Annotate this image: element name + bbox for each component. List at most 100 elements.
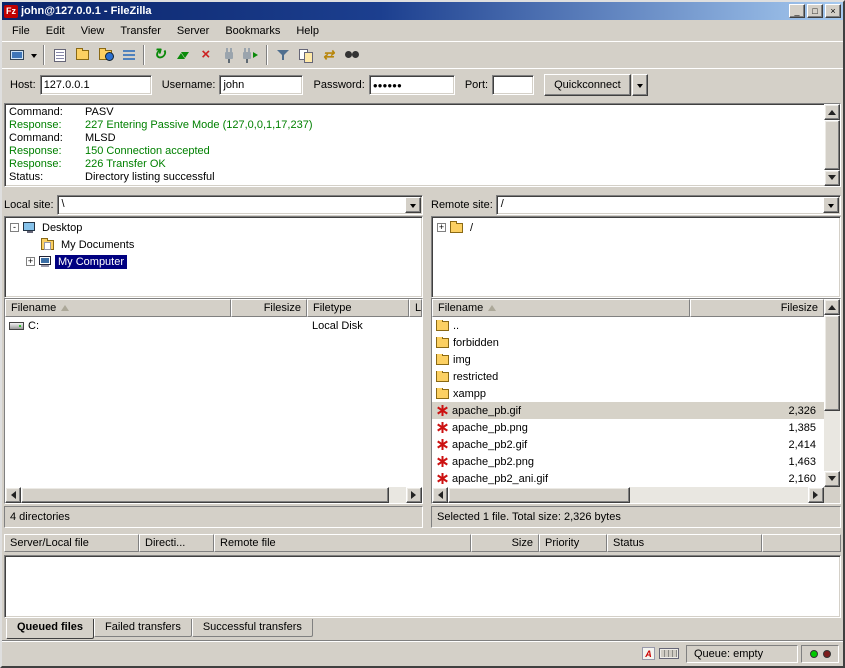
queue-column-remote-file[interactable]: Remote file <box>214 534 471 552</box>
menu-bar: File Edit View Transfer Server Bookmarks… <box>2 20 843 41</box>
message-log: Command:PASV Response:227 Entering Passi… <box>4 103 841 187</box>
tab-queued-files[interactable]: Queued files <box>6 619 94 639</box>
queue-header: Server/Local file Directi... Remote file… <box>2 534 843 554</box>
port-input[interactable] <box>492 75 534 95</box>
queue-column-direction[interactable]: Directi... <box>139 534 214 552</box>
scroll-right-button[interactable] <box>808 487 824 503</box>
remote-site-dropdown-button[interactable] <box>823 197 839 213</box>
remote-file-row[interactable]: img <box>432 351 824 368</box>
scrollbar-thumb[interactable] <box>448 487 630 503</box>
column-header-filename[interactable]: Filename <box>432 299 690 317</box>
chevron-down-icon <box>410 204 416 211</box>
local-site-combo[interactable]: \ <box>57 195 423 215</box>
host-input[interactable] <box>40 75 152 95</box>
scrollbar-thumb[interactable] <box>824 315 840 411</box>
remote-file-row[interactable]: apache_pb.png 1,385 <box>432 419 824 436</box>
username-input[interactable] <box>219 75 303 95</box>
ascii-transfer-type-icon <box>642 647 655 660</box>
scrollbar-thumb[interactable] <box>21 487 389 503</box>
tab-successful-transfers[interactable]: Successful transfers <box>192 619 313 637</box>
scrollbar-track[interactable] <box>824 411 840 471</box>
scroll-down-button[interactable] <box>824 170 840 186</box>
scrollbar-track[interactable] <box>630 487 808 503</box>
remote-status-text: Selected 1 file. Total size: 2,326 bytes <box>431 506 841 528</box>
password-input[interactable] <box>369 75 455 95</box>
reconnect-button[interactable] <box>240 44 263 66</box>
remote-file-row[interactable]: .. <box>432 317 824 334</box>
remote-file-row[interactable]: restricted <box>432 368 824 385</box>
remote-file-row-selected[interactable]: apache_pb.gif 2,326 <box>432 402 824 419</box>
scroll-up-button[interactable] <box>824 299 840 315</box>
collapse-expander[interactable]: - <box>10 223 19 232</box>
filter-button[interactable] <box>271 44 294 66</box>
scroll-right-button[interactable] <box>406 487 422 503</box>
tab-failed-transfers[interactable]: Failed transfers <box>94 619 192 637</box>
menu-edit[interactable]: Edit <box>38 22 73 40</box>
scroll-left-button[interactable] <box>432 487 448 503</box>
find-files-button[interactable] <box>340 44 363 66</box>
local-horizontal-scrollbar[interactable] <box>5 487 422 503</box>
queue-column-server-local-file[interactable]: Server/Local file <box>4 534 139 552</box>
scroll-left-button[interactable] <box>5 487 21 503</box>
queue-column-size[interactable]: Size <box>471 534 539 552</box>
queue-tabs: Queued files Failed transfers Successful… <box>2 619 843 640</box>
scroll-down-button[interactable] <box>824 471 840 487</box>
expand-expander[interactable]: + <box>437 223 446 232</box>
refresh-button[interactable] <box>148 44 171 66</box>
remote-file-row[interactable]: apache_pb2.png 1,463 <box>432 453 824 470</box>
toggle-message-log-button[interactable] <box>48 44 71 66</box>
site-manager-dropdown-button[interactable] <box>28 44 40 66</box>
menu-transfer[interactable]: Transfer <box>112 22 169 40</box>
column-header-filesize[interactable]: Filesize <box>231 299 307 317</box>
transfer-type-button[interactable] <box>642 646 655 662</box>
toggle-transfer-queue-button[interactable] <box>117 44 140 66</box>
toggle-local-tree-button[interactable] <box>71 44 94 66</box>
tree-item-root[interactable]: + / <box>432 219 840 236</box>
remote-file-row[interactable]: xampp <box>432 385 824 402</box>
remote-file-row[interactable]: forbidden <box>432 334 824 351</box>
remote-site-combo[interactable]: / <box>496 195 841 215</box>
column-header-filename[interactable]: Filename <box>5 299 231 317</box>
directory-comparison-button[interactable] <box>294 44 317 66</box>
image-file-icon <box>436 455 449 468</box>
disconnect-button[interactable] <box>217 44 240 66</box>
remote-file-row[interactable]: apache_pb2.gif 2,414 <box>432 436 824 453</box>
cancel-button[interactable] <box>194 44 217 66</box>
queue-list[interactable] <box>4 555 841 618</box>
queue-column-priority[interactable]: Priority <box>539 534 607 552</box>
toggle-remote-tree-button[interactable] <box>94 44 117 66</box>
column-header-last-modified[interactable]: L <box>409 299 422 317</box>
menu-help[interactable]: Help <box>288 22 327 40</box>
menu-file[interactable]: File <box>4 22 38 40</box>
quickconnect-dropdown-button[interactable] <box>632 74 648 96</box>
column-header-filesize[interactable]: Filesize <box>690 299 824 317</box>
tree-item-my-computer[interactable]: + My Computer <box>5 253 422 270</box>
log-vertical-scrollbar[interactable] <box>824 104 840 186</box>
menu-bookmarks[interactable]: Bookmarks <box>217 22 288 40</box>
tree-item-my-documents[interactable]: My Documents <box>5 236 422 253</box>
process-queue-button[interactable] <box>171 44 194 66</box>
tree-item-desktop[interactable]: - Desktop <box>5 219 422 236</box>
scrollbar-thumb[interactable] <box>824 120 840 170</box>
menu-server[interactable]: Server <box>169 22 217 40</box>
synchronized-browsing-button[interactable] <box>317 44 340 66</box>
local-site-dropdown-button[interactable] <box>405 197 421 213</box>
title-bar[interactable]: Fz john@127.0.0.1 - FileZilla _ □ × <box>2 2 843 20</box>
remote-vertical-scrollbar[interactable] <box>824 299 840 487</box>
expand-expander[interactable]: + <box>26 257 35 266</box>
queue-column-status[interactable]: Status <box>607 534 762 552</box>
remote-horizontal-scrollbar[interactable] <box>432 487 824 503</box>
column-header-filetype[interactable]: Filetype <box>307 299 409 317</box>
menu-view[interactable]: View <box>73 22 113 40</box>
remote-file-row[interactable]: apache_pb2_ani.gif 2,160 <box>432 470 824 487</box>
keyboard-indicator-button[interactable] <box>659 646 679 662</box>
maximize-button[interactable]: □ <box>807 4 823 18</box>
close-button[interactable]: × <box>825 4 841 18</box>
chevron-down-icon <box>31 54 37 61</box>
scroll-up-button[interactable] <box>824 104 840 120</box>
local-file-row[interactable]: C: Local Disk <box>5 317 422 334</box>
scrollbar-track[interactable] <box>389 487 406 503</box>
quickconnect-button[interactable]: Quickconnect <box>544 74 631 96</box>
site-manager-button[interactable] <box>5 44 28 66</box>
minimize-button[interactable]: _ <box>789 4 805 18</box>
